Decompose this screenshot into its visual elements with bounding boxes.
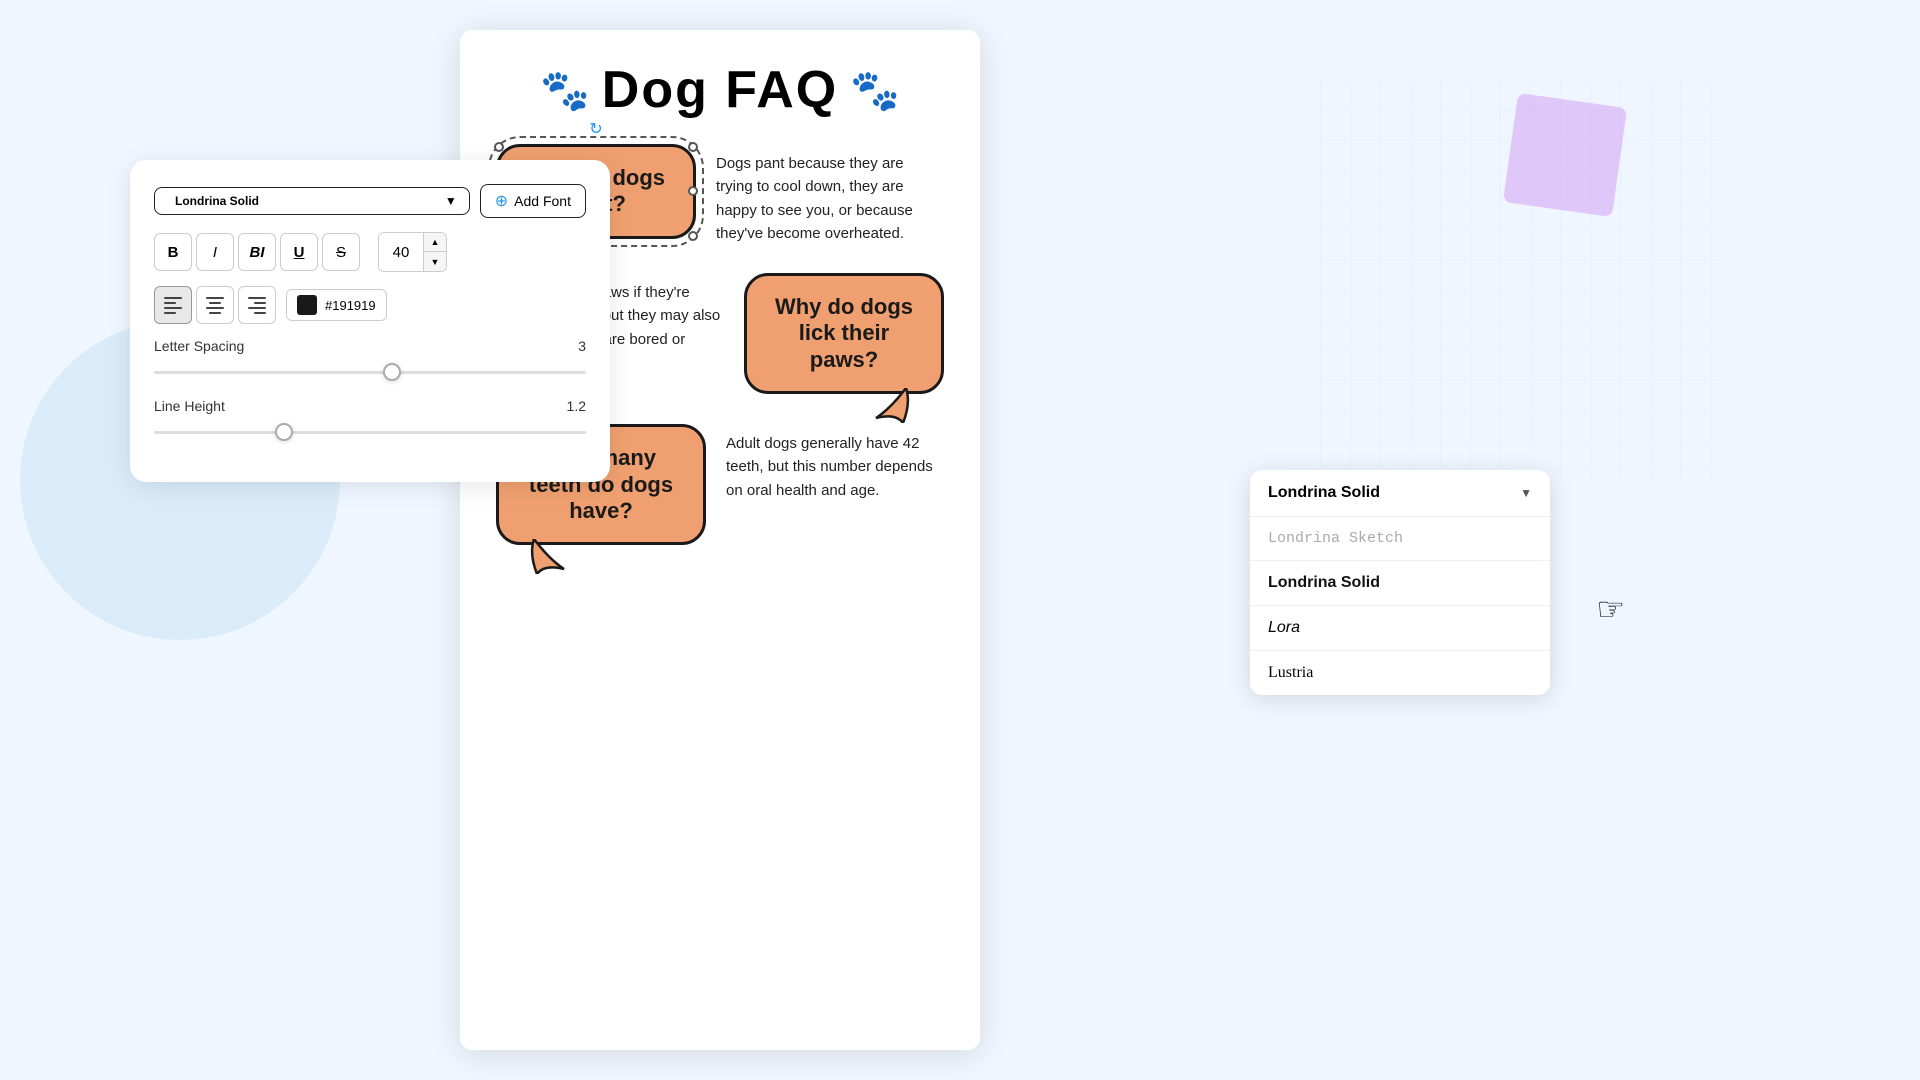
selection-handle-br[interactable] [688,231,698,241]
dropdown-item-lustria[interactable]: Lustria [1250,651,1550,695]
paw-icon-right: 🐾 [850,67,900,114]
add-font-button[interactable]: ⊕ Add Font [480,184,586,218]
rotate-handle[interactable]: ↻ [589,119,602,139]
line-height-value: 1.2 [567,398,586,414]
color-preview-box [297,295,317,315]
faq-answer-3: Adult dogs generally have 42 teeth, but … [726,424,944,502]
underline-button[interactable]: U [280,233,318,271]
dropdown-chevron-icon: ▼ [1520,486,1532,500]
line-height-label: Line Height [154,398,225,414]
dropdown-item-londrina-sketch[interactable]: Londrina Sketch [1250,517,1550,561]
bubble-tail-3 [529,539,569,574]
font-dropdown-arrow[interactable]: ▼ [445,194,457,208]
document-title: 🐾 Dog FAQ 🐾 [496,60,944,120]
font-dropdown-panel: Londrina Solid ▼ Londrina Sketch Londrin… [1250,470,1550,695]
add-font-plus-icon: ⊕ [495,191,508,211]
bg-grid-decoration [1320,80,1720,480]
dropdown-header[interactable]: Londrina Solid ▼ [1250,470,1550,517]
font-name-label: Londrina Solid [175,194,259,208]
bold-italic-button[interactable]: BI [238,233,276,271]
cursor-hand-icon: ☞ [1596,590,1625,628]
font-size-up-arrow[interactable]: ▲ [424,233,446,252]
selection-handle-tl[interactable] [494,142,504,152]
paw-icon-left: 🐾 [540,67,590,114]
italic-button[interactable]: I [196,233,234,271]
font-selector[interactable]: Londrina Solid ▼ [154,187,470,215]
line-height-slider[interactable] [154,422,586,442]
letter-spacing-section: Letter Spacing 3 [154,338,586,382]
selection-handle-tr[interactable] [688,142,698,152]
font-size-input[interactable]: 40 [379,233,423,271]
speech-bubble-2[interactable]: Why do dogs lick their paws? [744,273,944,394]
line-height-thumb[interactable] [275,423,293,441]
align-center-button[interactable] [196,286,234,324]
alignment-buttons-group [154,286,276,324]
color-swatch[interactable]: #191919 [286,289,387,321]
dropdown-selected-font: Londrina Solid [1268,484,1380,502]
faq-answer-1: Dogs pant because they are trying to coo… [716,144,944,245]
letter-spacing-thumb[interactable] [383,363,401,381]
letter-spacing-value: 3 [578,338,586,354]
strikethrough-button[interactable]: S [322,233,360,271]
faq-question-2: Why do dogs lick their paws? [767,294,921,373]
add-font-label: Add Font [514,193,571,209]
selection-handle-mr[interactable] [688,186,698,196]
font-size-input-wrap: 40 ▲ ▼ [378,232,447,272]
align-left-button[interactable] [154,286,192,324]
format-buttons-group: B I BI U S [154,233,360,271]
dropdown-item-londrina-solid[interactable]: Londrina Solid [1250,561,1550,606]
color-hex-label: #191919 [325,298,376,313]
letter-spacing-label: Letter Spacing [154,338,244,354]
letter-spacing-slider[interactable] [154,362,586,382]
font-size-down-arrow[interactable]: ▼ [424,252,446,271]
align-right-button[interactable] [238,286,276,324]
line-height-section: Line Height 1.2 [154,398,586,442]
dropdown-item-lora[interactable]: Lora [1250,606,1550,651]
text-formatting-panel: Londrina Solid ▼ ⊕ Add Font B I BI U S 4… [130,160,610,482]
bubble-tail-2 [871,388,911,423]
document-heading: Dog FAQ [602,60,838,120]
bold-button[interactable]: B [154,233,192,271]
